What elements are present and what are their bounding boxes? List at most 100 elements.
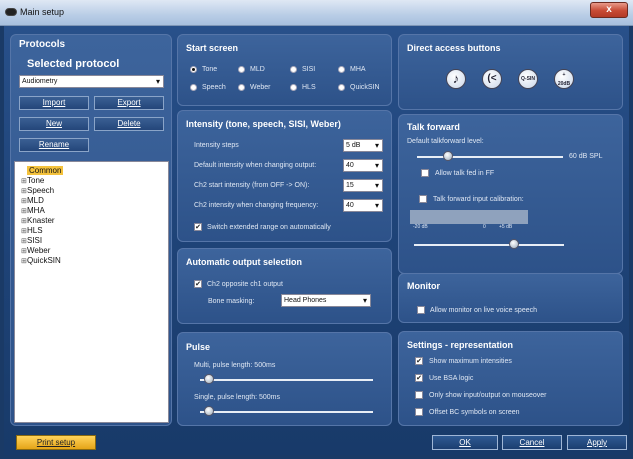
radio-label-mha: MHA [350, 66, 366, 73]
pulse-title: Pulse [186, 342, 211, 352]
tree-item-weber[interactable]: ⊞Weber [21, 246, 50, 255]
talk-forward-panel: Talk forward Default talkforward level: … [398, 114, 623, 274]
settings-label: Show maximum intensities [429, 358, 512, 365]
radio-mld[interactable] [238, 66, 245, 73]
protocol-select[interactable]: Audiometry [19, 75, 164, 88]
default-intensity-label: Default intensity when changing output: [194, 162, 317, 169]
tree-item-common[interactable]: Common [21, 166, 64, 175]
default-intensity-select[interactable]: 40 [343, 159, 383, 172]
settings-label: Offset BC symbols on screen [429, 409, 520, 416]
radio-hls[interactable] [290, 84, 297, 91]
auto-output-panel: Automatic output selection ✔ Ch2 opposit… [177, 248, 392, 324]
ear-icon[interactable]: (< [482, 69, 502, 89]
radio-quicksin[interactable] [338, 84, 345, 91]
tree-item-knaster[interactable]: ⊞Knaster [21, 216, 55, 225]
protocols-panel: Protocols Selected protocol Audiometry I… [10, 34, 172, 426]
tree-item-hls[interactable]: ⊞HLS [21, 226, 43, 235]
tree-item-tone[interactable]: ⊞Tone [21, 176, 44, 185]
tree-item-label: Speech [27, 186, 55, 195]
direct-access-title: Direct access buttons [407, 43, 501, 53]
tree-item-label: Tone [27, 176, 45, 185]
tree-item-label: HLS [27, 226, 43, 235]
plus-20db-icon[interactable]: +20dB [554, 69, 574, 89]
fed-in-ff-checkbox[interactable] [421, 169, 429, 177]
start-screen-title: Start screen [186, 43, 239, 53]
monitor-panel: Monitor Allow monitor on live voice spee… [398, 273, 623, 323]
monitor-live-voice-checkbox[interactable] [417, 306, 425, 314]
auto-output-title: Automatic output selection [186, 257, 303, 267]
radio-weber[interactable] [238, 84, 245, 91]
radio-label-mld: MLD [250, 66, 265, 73]
rename-button[interactable]: Rename [19, 138, 89, 152]
protocol-tree[interactable]: Common ⊞Tone ⊞Speech ⊞MLD ⊞MHA ⊞Knaster ⊞HLS ⊞S… [14, 161, 169, 423]
settings-checkbox[interactable] [415, 391, 423, 399]
print-setup-button[interactable]: Print setup [16, 435, 96, 450]
new-button[interactable]: New [19, 117, 89, 131]
close-button[interactable]: x [590, 2, 628, 18]
meter-high-label: +5 dB [499, 224, 513, 230]
radio-label-quicksin: QuickSIN [350, 84, 380, 91]
ch2-freq-select[interactable]: 40 [343, 199, 383, 212]
radio-label-hls: HLS [302, 84, 316, 91]
intensity-steps-select[interactable]: 5 dB [343, 139, 383, 152]
ch2-freq-label: Ch2 intensity when changing frequency: [194, 202, 319, 209]
tree-item-label: Common [27, 166, 64, 175]
radio-tone[interactable] [190, 66, 197, 73]
tree-item-label: SISI [27, 236, 43, 245]
settings-checkbox[interactable]: ✔ [415, 357, 423, 365]
tree-item-label: MLD [27, 196, 44, 205]
monitor-live-voice-label: Allow monitor on live voice speech [430, 307, 537, 314]
intensity-title: Intensity (tone, speech, SISI, Weber) [186, 119, 341, 129]
direct-access-panel: Direct access buttons ♪ (< Q-SIN +20dB [398, 34, 623, 110]
monitor-title: Monitor [407, 281, 440, 291]
talkforward-slider[interactable] [443, 151, 453, 161]
calibration-slider[interactable] [509, 239, 519, 249]
window-title: Main setup [20, 7, 65, 17]
tree-item-label: MHA [27, 206, 45, 215]
multi-pulse-track [200, 379, 373, 381]
import-button[interactable]: Import [19, 96, 89, 110]
music-note-icon[interactable]: ♪ [446, 69, 466, 89]
export-button[interactable]: Export [94, 96, 164, 110]
qsin-icon[interactable]: Q-SIN [518, 69, 538, 89]
tree-item-mha[interactable]: ⊞MHA [21, 206, 45, 215]
tree-item-mld[interactable]: ⊞MLD [21, 196, 44, 205]
multi-pulse-slider[interactable] [204, 374, 214, 384]
ch2-opposite-label: Ch2 opposite ch1 output [207, 281, 283, 288]
cancel-button[interactable]: Cancel [502, 435, 562, 450]
radio-mha[interactable] [338, 66, 345, 73]
delete-button[interactable]: Delete [94, 117, 164, 131]
bone-masking-label: Bone masking: [208, 298, 255, 305]
settings-label: Only show input/output on mouseover [429, 392, 547, 399]
meter-low-label: -20 dB [413, 224, 428, 230]
input-calibration-label: Talk forward input calibration: [433, 196, 524, 203]
settings-title: Settings - representation [407, 340, 514, 350]
single-pulse-track [200, 411, 373, 413]
intensity-steps-label: Intensity steps [194, 142, 239, 149]
talkforward-level-value: 60 dB SPL [569, 153, 603, 160]
apply-button[interactable]: Apply [567, 435, 627, 450]
ok-button[interactable]: OK [432, 435, 498, 450]
radio-label-tone: Tone [202, 66, 218, 73]
tree-item-quicksin[interactable]: ⊞QuickSIN [21, 256, 61, 265]
radio-sisi[interactable] [290, 66, 297, 73]
input-calibration-checkbox[interactable] [419, 195, 427, 203]
ch2-start-select[interactable]: 15 [343, 179, 383, 192]
bone-masking-select[interactable]: Head Phones [281, 294, 371, 307]
ch2-opposite-checkbox[interactable]: ✔ [194, 280, 202, 288]
start-screen-panel: Start screen Tone MLD SISI MHA Speech Weber HL… [177, 34, 392, 106]
radio-label-weber: Weber [250, 84, 271, 91]
single-pulse-slider[interactable] [204, 406, 214, 416]
extended-range-checkbox[interactable]: ✔ [194, 223, 202, 231]
tree-item-speech[interactable]: ⊞Speech [21, 186, 54, 195]
settings-label: Use BSA logic [429, 375, 474, 382]
extended-range-label: Switch extended range on automatically [207, 224, 331, 231]
talkforward-track [417, 156, 563, 158]
radio-label-sisi: SISI [302, 66, 316, 73]
radio-speech[interactable] [190, 84, 197, 91]
input-level-meter [410, 210, 528, 224]
settings-checkbox[interactable] [415, 408, 423, 416]
settings-checkbox[interactable]: ✔ [415, 374, 423, 382]
tree-item-sisi[interactable]: ⊞SISI [21, 236, 42, 245]
tree-item-label: Knaster [27, 216, 55, 225]
